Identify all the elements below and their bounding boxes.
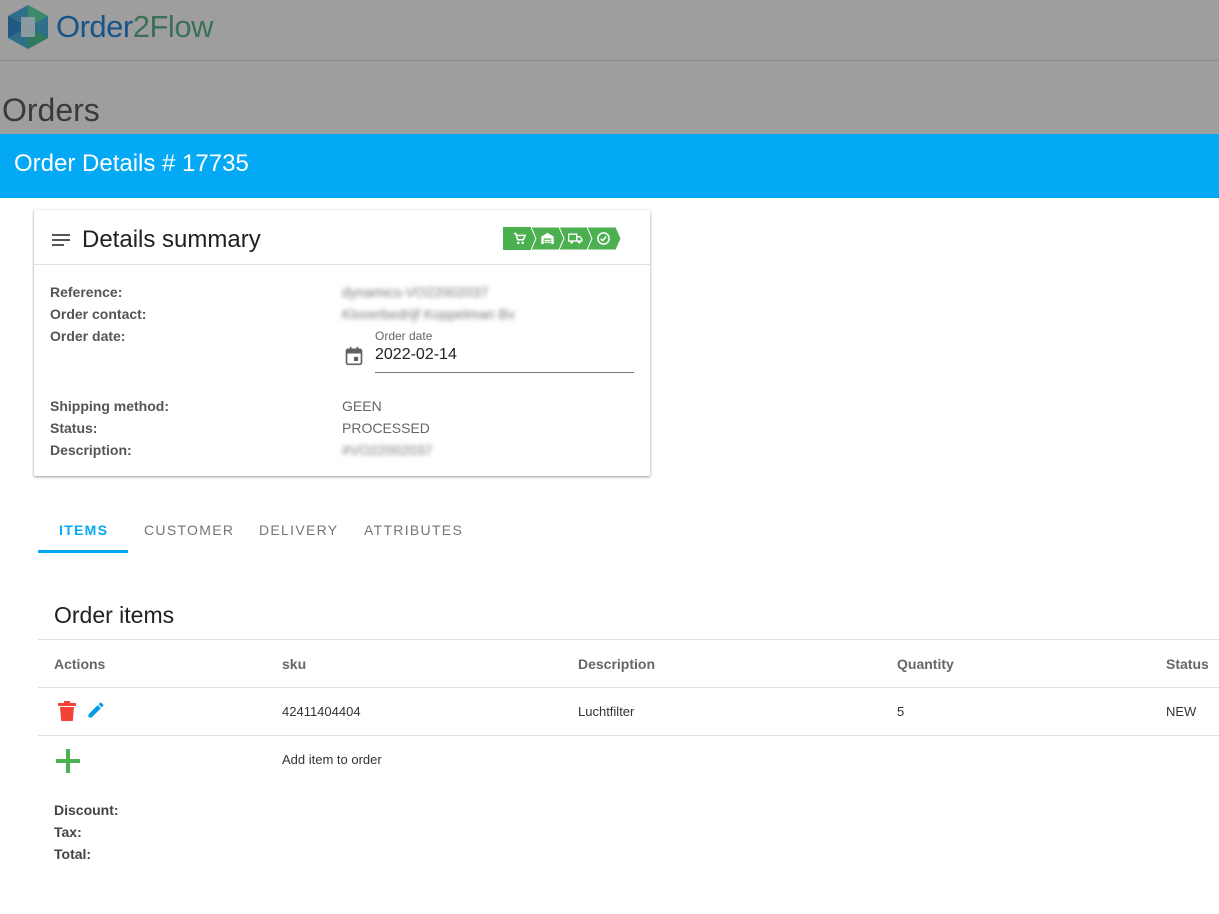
warehouse-icon bbox=[541, 232, 554, 245]
cart-icon bbox=[513, 232, 527, 245]
delete-icon[interactable] bbox=[58, 701, 76, 721]
logo[interactable]: Order2Flow bbox=[4, 2, 213, 52]
tab-attributes[interactable]: ATTRIBUTES bbox=[364, 522, 463, 538]
tab-customer[interactable]: CUSTOMER bbox=[144, 522, 234, 538]
tab-delivery[interactable]: DELIVERY bbox=[259, 522, 338, 538]
step-complete bbox=[587, 227, 622, 250]
column-header-quantity: Quantity bbox=[897, 656, 954, 672]
menu-lines-icon bbox=[52, 234, 70, 246]
divider bbox=[38, 639, 1219, 640]
divider bbox=[38, 735, 1219, 736]
logo-text: Order2Flow bbox=[56, 9, 213, 44]
shipping-method-value: GEEN bbox=[342, 398, 382, 414]
reference-label: Reference: bbox=[50, 284, 123, 300]
description-value: #VO22002037 bbox=[342, 442, 433, 458]
dialog-title: Order Details # 17735 bbox=[14, 150, 249, 177]
check-circle-icon bbox=[597, 232, 610, 245]
shipping-method-label: Shipping method: bbox=[50, 398, 169, 414]
active-tab-indicator bbox=[38, 550, 128, 553]
order-date-input[interactable]: 2022-02-14 bbox=[375, 346, 457, 364]
order-date-field-label: Order date bbox=[375, 329, 433, 343]
order-items-title: Order items bbox=[54, 602, 175, 628]
total-label: Total: bbox=[54, 846, 92, 862]
add-item-label[interactable]: Add item to order bbox=[282, 752, 382, 767]
page-background bbox=[0, 61, 1219, 134]
status-value: PROCESSED bbox=[342, 420, 430, 436]
details-summary-card: Details summary Reference: dynamics-VO22… bbox=[34, 210, 650, 476]
discount-label: Discount: bbox=[54, 802, 119, 818]
status-label: Status: bbox=[50, 420, 98, 436]
divider bbox=[38, 687, 1219, 688]
column-header-actions: Actions bbox=[54, 656, 106, 672]
order-date-label: Order date: bbox=[50, 328, 126, 344]
row-status: NEW bbox=[1166, 704, 1197, 719]
order-date-underline bbox=[375, 372, 634, 373]
reference-value: dynamics-VO22002037 bbox=[342, 284, 489, 300]
row-sku: 42411404404 bbox=[282, 704, 361, 719]
logo-mark-icon bbox=[8, 5, 48, 49]
row-quantity: 5 bbox=[897, 704, 905, 719]
column-header-sku: sku bbox=[282, 656, 307, 672]
order-contact-value: Kloverbedrijf Koppelman Bv bbox=[342, 306, 515, 322]
order-contact-label: Order contact: bbox=[50, 306, 147, 322]
page-title: Orders bbox=[2, 92, 100, 128]
order-progress-steps bbox=[503, 227, 622, 250]
add-plus-icon[interactable] bbox=[55, 748, 81, 774]
card-title: Details summary bbox=[82, 226, 261, 253]
description-label: Description: bbox=[50, 442, 132, 458]
tax-label: Tax: bbox=[54, 824, 82, 840]
calendar-icon[interactable] bbox=[344, 346, 364, 366]
tab-items[interactable]: ITEMS bbox=[59, 522, 108, 538]
card-header: Details summary bbox=[34, 210, 650, 265]
column-header-status: Status bbox=[1166, 656, 1209, 672]
column-header-description: Description bbox=[578, 656, 656, 672]
edit-pencil-icon[interactable] bbox=[86, 700, 106, 720]
truck-icon bbox=[568, 233, 583, 244]
row-description: Luchtfilter bbox=[578, 704, 635, 719]
